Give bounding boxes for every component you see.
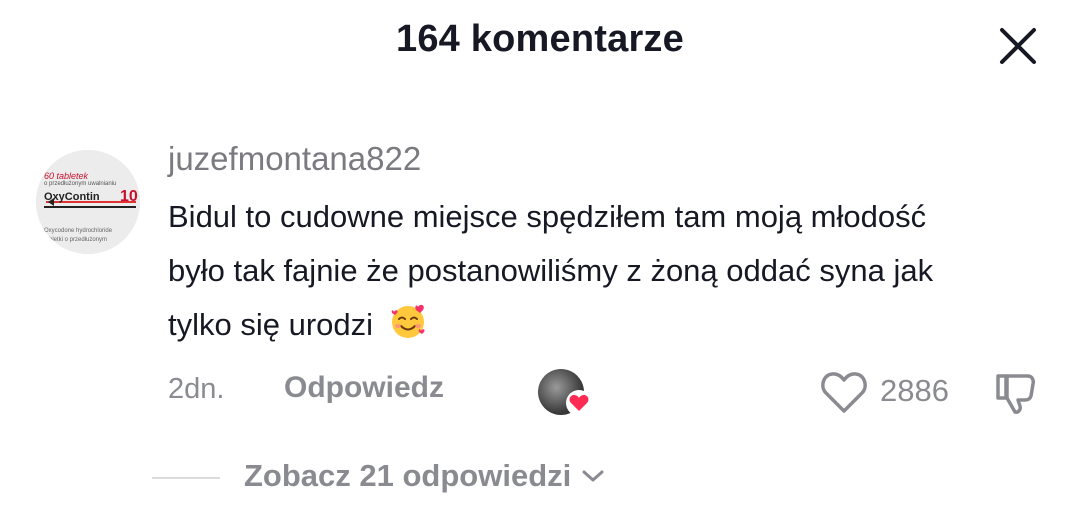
avatar[interactable]: 60 tabletek o przedłużonym uwalnianiu Ox… (36, 150, 140, 254)
close-button[interactable] (994, 22, 1042, 70)
heart-icon (566, 390, 592, 416)
smiling-face-with-hearts-icon (391, 304, 425, 338)
replies-divider (152, 477, 220, 479)
close-icon (1000, 28, 1036, 64)
like-count: 2886 (880, 373, 949, 408)
reply-button[interactable]: Odpowiedz (284, 371, 444, 405)
comment-timestamp: 2dn. (168, 373, 225, 405)
comment-text: Bidul to cudowne miejsce spędziłem tam m… (168, 199, 934, 342)
thumbs-down-icon (996, 374, 1035, 414)
view-replies-label: Zobacz 21 odpowiedzi (244, 458, 572, 493)
avatar-text-line2: o przedłużonym uwalnianiu (44, 181, 117, 187)
view-replies-button[interactable]: Zobacz 21 odpowiedzi (244, 458, 605, 494)
avatar-text-line3: Oxycodone hydrochloride (44, 228, 113, 234)
chevron-down-icon (582, 470, 604, 482)
avatar-dose: 10 (120, 188, 138, 205)
comment-username[interactable]: juzefmontana822 (168, 140, 421, 178)
like-button[interactable] (818, 368, 870, 416)
comments-header-title: 164 komentarze (396, 18, 684, 60)
dislike-button[interactable] (992, 368, 1044, 416)
heart-outline-icon (821, 372, 867, 413)
avatar-text-line1: 60 tabletek (44, 171, 89, 181)
comment-body: Bidul to cudowne miejsce spędziłem tam m… (168, 190, 988, 352)
avatar-brand: OxyContin (44, 191, 100, 203)
avatar-text-line4: tabletki o przedłużonym (44, 237, 108, 243)
